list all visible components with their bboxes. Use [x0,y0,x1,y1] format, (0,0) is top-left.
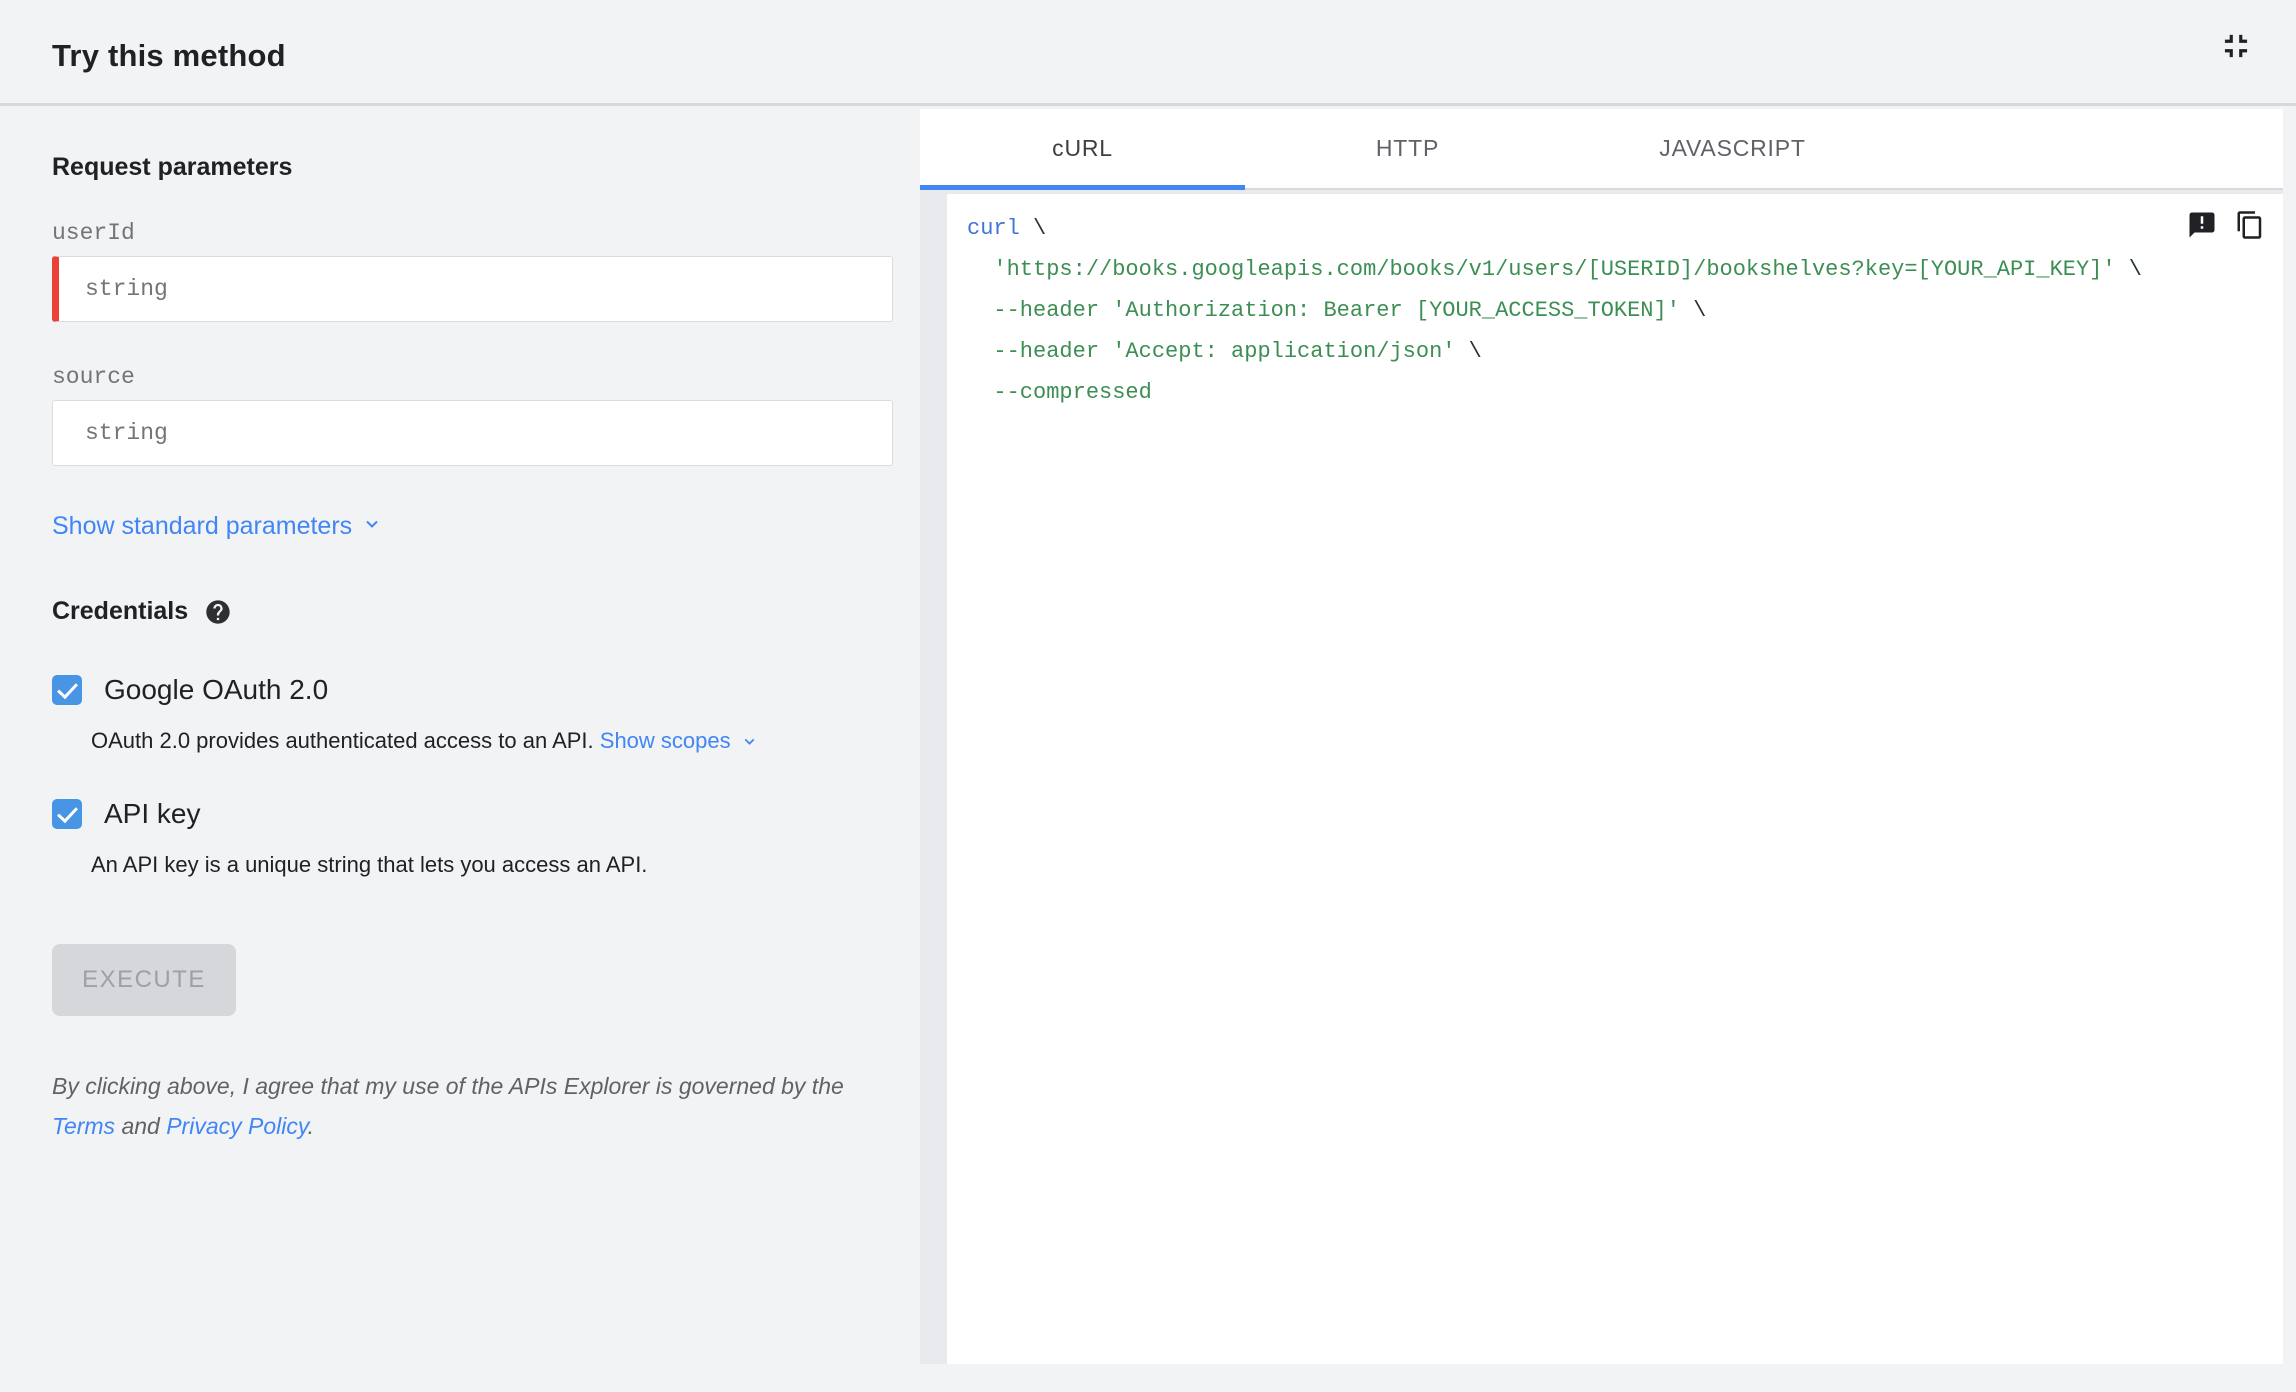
param-label-source: source [52,364,135,390]
apikey-checkbox[interactable] [52,799,82,829]
code-line: --compressed [993,380,1152,405]
source-input[interactable] [52,400,893,466]
apikey-label: API key [104,798,201,829]
copy-icon[interactable] [2235,210,2265,240]
execute-button[interactable]: EXECUTE [52,944,236,1016]
apikey-description: An API key is a unique string that lets … [91,852,648,877]
code-line: --header 'Authorization: Bearer [YOUR_AC… [993,298,1707,323]
oauth-checkbox[interactable] [52,675,82,705]
tab-http[interactable]: HTTP [1245,109,1570,188]
request-form-panel: Request parameters userId source Show st… [0,109,920,1392]
disclaimer-part1: By clicking above, I agree that my use o… [52,1073,844,1099]
oauth-label: Google OAuth 2.0 [104,674,329,705]
chevron-down-icon [735,730,758,755]
code-line: --header 'Accept: application/json' \ [993,339,1482,364]
disclaimer-part3: . [307,1113,315,1139]
fullscreen-exit-icon[interactable] [2216,26,2256,66]
request-parameters-heading: Request parameters [52,153,293,181]
page-title: Try this method [52,38,286,73]
code-line: 'https://books.googleapis.com/books/v1/u… [993,257,2142,282]
disclaimer-text: By clicking above, I agree that my use o… [52,1066,897,1146]
privacy-policy-link[interactable]: Privacy Policy [166,1113,307,1139]
chevron-down-icon [362,512,382,541]
dialog-header: Try this method [0,0,2296,106]
code-block[interactable]: curl \ 'https://books.googleapis.com/boo… [947,194,2283,427]
feedback-icon[interactable] [2187,210,2217,240]
code-area: curl \ 'https://books.googleapis.com/boo… [920,190,2283,1364]
code-line: curl \ [967,216,1047,241]
terms-link[interactable]: Terms [52,1113,115,1139]
credentials-heading: Credentials [52,597,189,625]
tab-javascript[interactable]: JAVASCRIPT [1570,109,1895,188]
oauth-description: OAuth 2.0 provides authenticated access … [91,728,893,756]
code-sample-panel: cURL HTTP JAVASCRIPT curl \ 'https://boo… [920,109,2283,1366]
show-scopes-link[interactable]: Show scopes [600,728,731,753]
code-language-tabs: cURL HTTP JAVASCRIPT [920,109,2283,190]
disclaimer-part2: and [115,1113,167,1139]
tab-curl[interactable]: cURL [920,109,1245,190]
oauth-description-text: OAuth 2.0 provides authenticated access … [91,728,600,753]
help-icon[interactable] [204,598,232,626]
userid-input[interactable] [52,256,893,322]
show-standard-parameters-link[interactable]: Show standard parameters [52,512,352,541]
param-label-userid: userId [52,220,135,246]
code-card: curl \ 'https://books.googleapis.com/boo… [947,194,2283,1364]
